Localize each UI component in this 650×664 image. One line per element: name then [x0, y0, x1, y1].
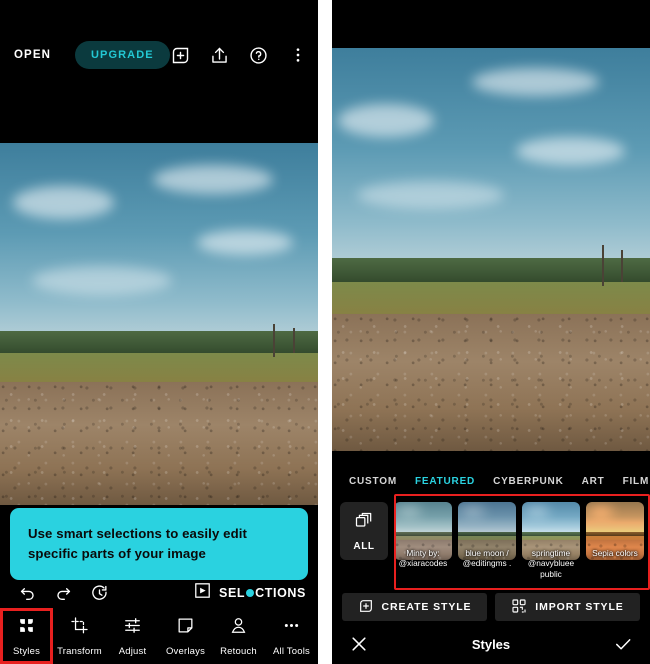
redo-icon[interactable] — [50, 580, 76, 606]
tool-label: All Tools — [272, 645, 310, 657]
tab-custom[interactable]: CUSTOM — [340, 476, 406, 487]
utility-pole — [273, 324, 276, 357]
tool-label: Transform — [57, 645, 102, 657]
style-thumbnail — [394, 502, 452, 560]
tool-label: Adjust — [118, 645, 147, 657]
export-icon[interactable] — [209, 44, 231, 66]
tool-transform[interactable]: Transform — [53, 608, 106, 664]
tool-label: Overlays — [165, 645, 206, 657]
create-style-button[interactable]: CREATE STYLE — [342, 593, 487, 621]
tool-retouch[interactable]: Retouch — [212, 608, 265, 664]
style-thumbnail — [458, 502, 516, 560]
cloud — [338, 104, 434, 137]
cloud — [197, 229, 293, 256]
tool-adjust[interactable]: Adjust — [106, 608, 159, 664]
reset-icon[interactable] — [86, 580, 112, 606]
help-icon[interactable] — [248, 44, 270, 66]
utility-pole — [621, 249, 624, 282]
styles-icon — [17, 616, 36, 640]
app-header: OPEN UPGRADE — [0, 0, 318, 143]
tool-all-tools[interactable]: All Tools — [265, 608, 318, 664]
tab-art[interactable]: ART — [573, 476, 614, 487]
style-presets-strip: ALL Minty by: @xiaracodes blue moon / @e… — [332, 498, 650, 588]
import-style-label: IMPORT STYLE — [535, 601, 624, 613]
bottom-toolbar: Styles Transform Adjust Overlays Retouch… — [0, 608, 318, 664]
dirt-road — [332, 313, 650, 451]
add-icon[interactable] — [170, 44, 192, 66]
tool-label: Styles — [12, 645, 41, 657]
cloud — [12, 186, 115, 220]
tool-overlays[interactable]: Overlays — [159, 608, 212, 664]
tab-film[interactable]: FILM — [614, 476, 650, 487]
header-icon-group — [170, 44, 309, 66]
retouch-icon — [229, 616, 248, 640]
cloud — [31, 266, 172, 296]
utility-pole — [602, 245, 605, 286]
screenshot-stage: OPEN UPGRADE Use smart selections to eas… — [0, 0, 650, 664]
style-card-springtime[interactable]: springtime @navybluee public — [522, 498, 580, 579]
tool-label: Retouch — [220, 645, 257, 657]
styles-photo-preview[interactable] — [332, 48, 650, 451]
open-button[interactable]: OPEN — [14, 49, 51, 61]
photo-scene — [332, 48, 650, 451]
create-style-label: CREATE STYLE — [381, 601, 472, 613]
style-card-minty[interactable]: Minty by: @xiaracodes — [394, 498, 452, 568]
cloud — [516, 136, 625, 165]
cloud — [152, 164, 274, 194]
selections-icon — [193, 581, 212, 605]
edited-photo-preview[interactable] — [0, 143, 318, 505]
import-style-button[interactable]: IMPORT STYLE — [495, 593, 640, 621]
all-tools-icon — [282, 616, 301, 640]
overlays-icon — [176, 616, 195, 640]
cloud — [357, 180, 504, 210]
close-icon[interactable] — [348, 633, 370, 655]
overflow-menu-icon[interactable] — [287, 44, 309, 66]
transform-icon — [70, 616, 89, 640]
all-styles-label: ALL — [353, 540, 375, 552]
selections-dot — [246, 589, 255, 597]
styles-panel-title: Styles — [471, 636, 511, 652]
stacked-squares-icon — [354, 511, 374, 536]
utility-pole — [292, 327, 295, 353]
adjust-icon — [123, 616, 142, 640]
tab-featured[interactable]: FEATURED — [406, 476, 484, 487]
photo-scene — [0, 143, 318, 505]
add-icon — [358, 598, 374, 617]
styles-confirm-bar: Styles — [332, 624, 650, 664]
style-category-tabs: CUSTOM FEATURED CYBERPUNK ART FILM ⋮ — [332, 466, 650, 496]
undo-icon[interactable] — [14, 580, 40, 606]
style-card-sepia[interactable]: Sepia colors — [586, 498, 644, 560]
check-icon[interactable] — [612, 633, 634, 655]
style-thumbnail — [522, 502, 580, 560]
style-card-list: Minty by: @xiaracodes blue moon / @editi… — [394, 498, 650, 579]
all-styles-button[interactable]: ALL — [340, 502, 388, 560]
left-panel-editor-home: OPEN UPGRADE Use smart selections to eas… — [0, 0, 318, 664]
selections-label: SEL CTIONS — [219, 586, 306, 600]
upgrade-button[interactable]: UPGRADE — [75, 41, 170, 69]
header-row: OPEN UPGRADE — [0, 38, 318, 72]
tab-cyberpunk[interactable]: CYBERPUNK — [484, 476, 573, 487]
tool-styles[interactable]: Styles — [0, 608, 53, 664]
dirt-road — [0, 381, 318, 505]
style-action-buttons: CREATE STYLE IMPORT STYLE — [332, 592, 650, 622]
smart-selections-tooltip: Use smart selections to easily edit spec… — [10, 508, 308, 580]
selections-badge[interactable]: SEL CTIONS — [193, 581, 306, 605]
style-card-blue-moon[interactable]: blue moon / @editingms . — [458, 498, 516, 568]
history-row: SEL CTIONS — [0, 578, 318, 608]
right-panel-styles: CUSTOM FEATURED CYBERPUNK ART FILM ⋮ ALL — [332, 0, 650, 664]
qr-code-icon — [511, 598, 527, 617]
style-thumbnail — [586, 502, 644, 560]
